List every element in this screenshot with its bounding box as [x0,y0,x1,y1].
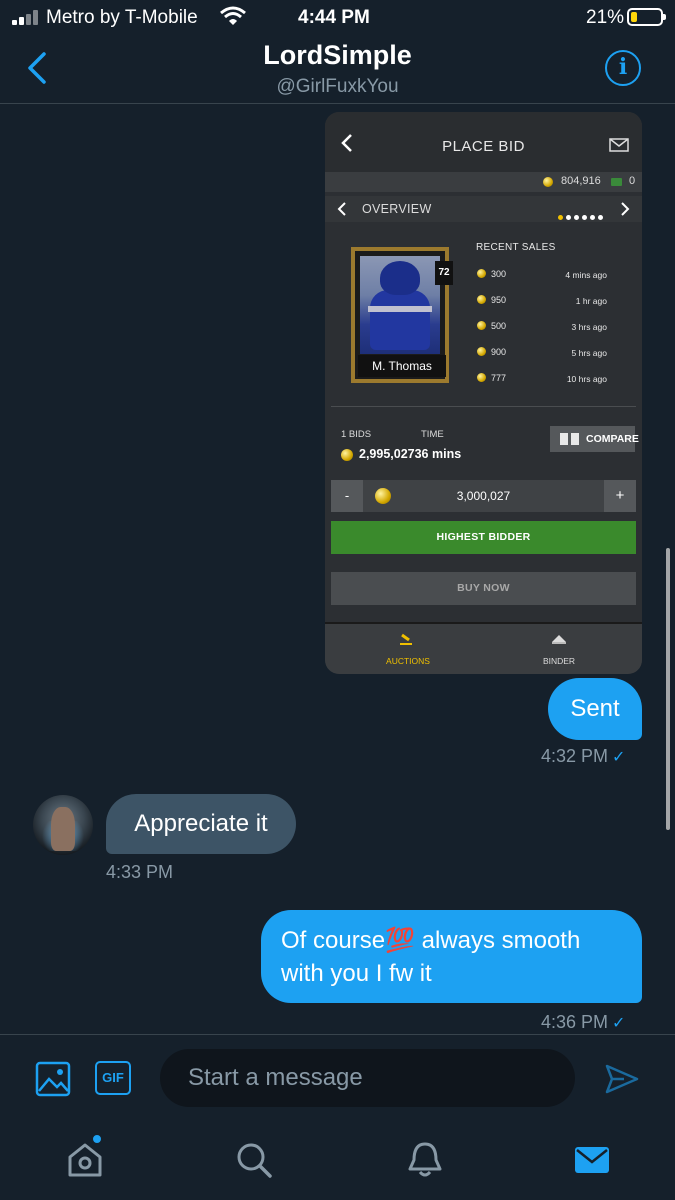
gavel-icon [400,633,412,645]
bids-count: 1 BIDS [341,429,372,440]
mail-icon[interactable] [572,1140,612,1180]
divider [331,406,636,407]
player-rating: 72 [435,261,453,285]
tab-auctions: AUCTIONS [368,632,448,666]
compare-icon [560,433,579,445]
game-overview-nav: OVERVIEW [325,196,642,222]
scrollbar[interactable] [666,548,670,830]
player-photo [360,256,440,354]
bid-value: 2,995,02736 mins [341,447,461,461]
list-item: 950 1 hr ago [475,290,609,316]
wifi-icon [220,6,246,25]
carrier-name: Metro by T-Mobile [46,7,198,28]
game-prev-icon [337,202,346,216]
image-icon[interactable] [35,1061,71,1097]
list-item: 777 10 hrs ago [475,368,609,394]
message-bubble-incoming[interactable]: Appreciate it [106,794,296,854]
message-input[interactable] [160,1049,575,1107]
recent-sales-title: RECENT SALES [476,242,556,253]
list-item: 500 3 hrs ago [475,316,609,342]
highest-bidder-button: HIGHEST BIDDER [331,521,636,554]
stepper-value: 3,000,027 [456,489,511,503]
time-label: TIME [421,429,444,440]
avatar[interactable] [33,795,93,855]
page-dots [558,207,606,225]
coin-icon [341,448,353,461]
list-item: 300 4 mins ago [475,264,609,290]
game-title: PLACE BID [442,138,525,155]
game-nav-label: OVERVIEW [362,202,432,216]
signal-icon [12,9,42,25]
info-icon[interactable]: i [605,50,641,86]
conversation-header: LordSimple @GirlFuxkYou i [0,36,675,104]
tab-binder: BINDER [519,632,599,666]
message-bubble-outgoing[interactable]: Of course💯 always smooth with you I fw i… [261,910,642,1003]
message-timestamp: 4:36 PM ✓ [541,1012,626,1032]
compare-button: COMPARE [550,426,639,452]
recent-sales-list: 300 4 mins ago 950 1 hr ago 500 3 hrs ago 9… [475,264,609,406]
read-check-icon: ✓ [612,749,626,766]
bell-icon[interactable] [405,1140,445,1180]
battery-icon [627,8,666,26]
bottom-nav [0,1120,675,1200]
buy-now-button: BUY NOW [331,572,636,605]
stepper-plus: + [604,480,636,512]
game-currency-bar: 804,916 0 [325,172,642,192]
binder-icon [552,635,566,644]
player-name: M. Thomas [358,355,446,377]
notification-dot [91,1133,103,1145]
bid-stepper: - 3,000,027 + [331,480,636,512]
read-check-icon: ✓ [612,1015,626,1032]
message-timestamp: 4:33 PM [106,862,174,882]
game-next-icon [621,202,630,216]
player-card: 72 M. Thomas [351,247,453,383]
conversation-title: LordSimple [263,40,412,70]
coin-icon [543,177,553,187]
search-icon[interactable] [234,1140,274,1180]
list-item: 900 5 hrs ago [475,342,609,368]
game-header: PLACE BID [325,112,642,172]
home-icon[interactable] [65,1140,105,1180]
shared-image[interactable]: PLACE BID 804,916 0 OVERVIEW 72 M. Thoma… [325,112,642,674]
bill-icon [611,178,622,186]
message-timestamp: 4:32 PM ✓ [541,746,626,766]
conversation-handle: @GirlFuxkYou [276,76,399,97]
coins-balance: 804,916 [561,175,601,187]
status-bar: Metro by T-Mobile 4:44 PM 21% [0,0,675,36]
message-bubble-outgoing[interactable]: Sent [548,678,642,740]
send-icon[interactable] [604,1061,640,1097]
bills-balance: 0 [629,175,636,187]
game-mail-icon [609,138,629,152]
status-time: 4:44 PM [298,7,370,28]
message-composer: GIF [0,1034,675,1120]
game-tab-bar: AUCTIONS BINDER [325,622,642,674]
battery-percent: 21% [586,7,625,28]
gif-button[interactable]: GIF [95,1061,131,1095]
